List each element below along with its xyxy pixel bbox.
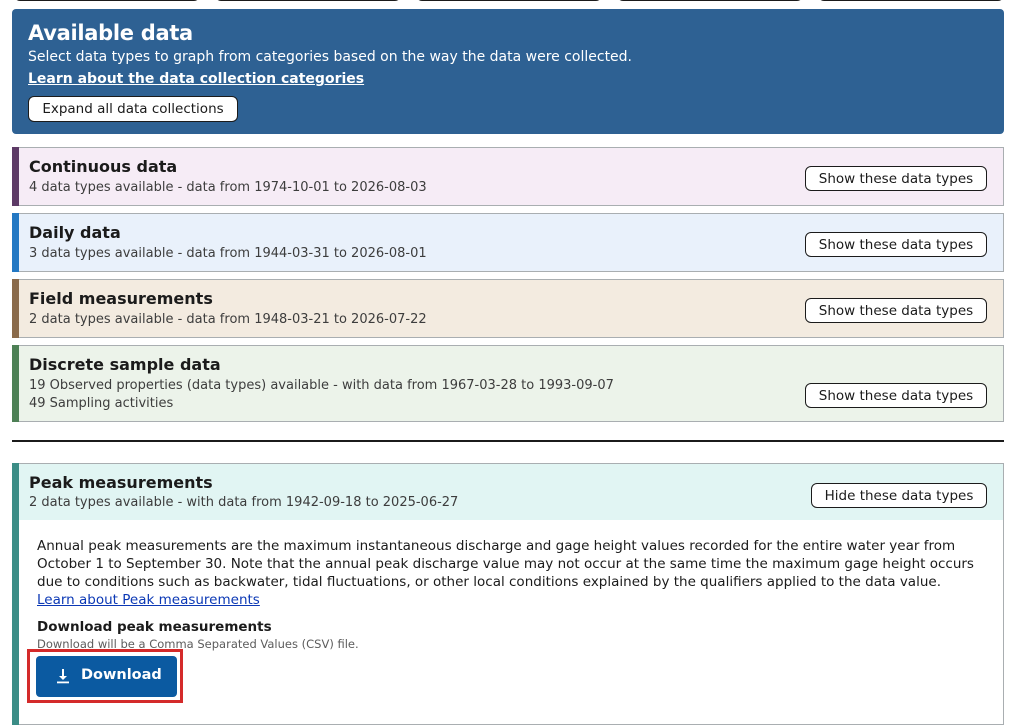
card-meta: 19 Observed properties (data types) avai… [29, 378, 614, 393]
top-tab[interactable] [617, 0, 803, 1]
card-meta: 2 data types available - data from 1948-… [29, 312, 427, 327]
card-meta: 4 data types available - data from 1974-… [29, 180, 427, 195]
learn-peak-measurements-link[interactable]: Learn about Peak measurements [37, 592, 260, 608]
learn-collection-categories-link[interactable]: Learn about the data collection categori… [28, 71, 364, 87]
card-meta-secondary: 49 Sampling activities [29, 396, 174, 411]
collection-card-continuous: Continuous data 4 data types available -… [12, 147, 1004, 206]
card-title: Peak measurements [29, 473, 213, 492]
top-tab[interactable] [14, 0, 200, 1]
peak-description: Annual peak measurements are the maximum… [37, 538, 974, 590]
download-label: Download [81, 667, 162, 683]
show-data-types-button[interactable]: Show these data types [805, 232, 987, 257]
show-data-types-button[interactable]: Show these data types [805, 166, 987, 191]
card-accent-bar [12, 345, 19, 422]
download-button[interactable]: Download [36, 656, 177, 697]
download-icon [57, 669, 69, 684]
card-title: Continuous data [29, 157, 178, 176]
card-accent-bar [12, 463, 19, 725]
collection-card-discrete: Discrete sample data 19 Observed propert… [12, 345, 1004, 422]
page-title: Available data [28, 21, 193, 45]
available-data-panel: Available data Select data types to grap… [12, 9, 1004, 134]
top-tab-strip [0, 0, 1011, 2]
top-tab[interactable] [818, 0, 1004, 1]
show-data-types-button[interactable]: Show these data types [805, 298, 987, 323]
card-header: Peak measurements 2 data types available… [19, 464, 1003, 520]
collection-card-field: Field measurements 2 data types availabl… [12, 279, 1004, 338]
card-title: Discrete sample data [29, 355, 221, 374]
card-meta: 3 data types available - data from 1944-… [29, 246, 427, 261]
card-title: Daily data [29, 223, 121, 242]
top-tab[interactable] [215, 0, 401, 1]
card-accent-bar [12, 279, 19, 338]
collection-card-daily: Daily data 3 data types available - data… [12, 213, 1004, 272]
panel-subtitle: Select data types to graph from categori… [28, 49, 633, 65]
expand-all-button[interactable]: Expand all data collections [28, 96, 238, 122]
section-divider [12, 440, 1004, 442]
card-title: Field measurements [29, 289, 213, 308]
download-heading: Download peak measurements [37, 619, 272, 635]
hide-data-types-button[interactable]: Hide these data types [811, 483, 987, 508]
show-data-types-button[interactable]: Show these data types [805, 383, 987, 408]
card-accent-bar [12, 147, 19, 206]
card-meta: 2 data types available - with data from … [29, 495, 459, 510]
card-accent-bar [12, 213, 19, 272]
top-tab[interactable] [416, 0, 602, 1]
